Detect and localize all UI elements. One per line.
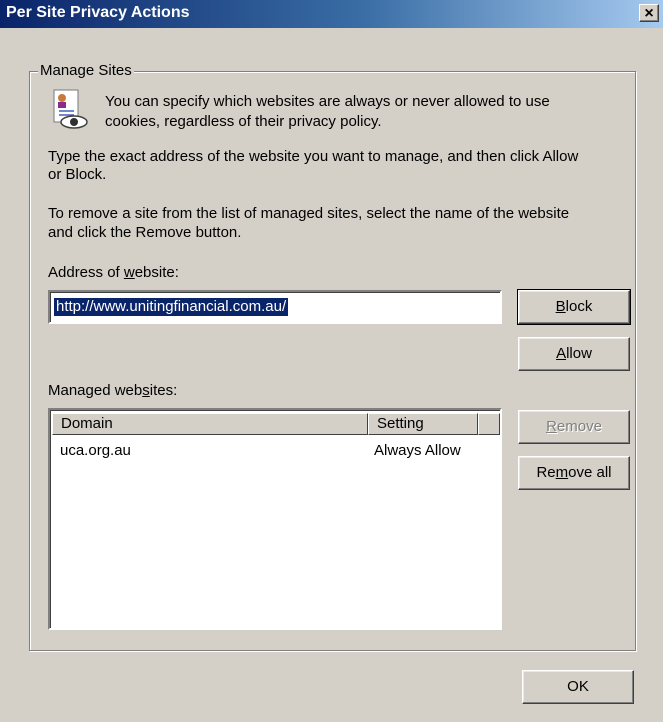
- window-title: Per Site Privacy Actions: [6, 4, 190, 21]
- instructions-p1-line1: Type the exact address of the website yo…: [48, 148, 579, 165]
- remove-button[interactable]: Remove: [518, 410, 630, 444]
- column-header-filler: [478, 413, 500, 435]
- address-label: Address of website:: [48, 264, 179, 281]
- close-button[interactable]: ×: [639, 4, 659, 22]
- column-header-domain[interactable]: Domain: [52, 413, 368, 435]
- close-icon: ×: [644, 5, 654, 22]
- column-header-setting[interactable]: Setting: [368, 413, 478, 435]
- remove-all-button[interactable]: Remove all: [518, 456, 630, 490]
- allow-button[interactable]: Allow: [518, 337, 630, 371]
- instructions-p2-line2: and click the Remove button.: [48, 224, 242, 241]
- info-text-line2: cookies, regardless of their privacy pol…: [105, 113, 382, 130]
- list-item-setting[interactable]: Always Allow: [374, 442, 461, 460]
- instructions-p2-line1: To remove a site from the list of manage…: [48, 205, 570, 222]
- block-button[interactable]: Block: [517, 289, 631, 325]
- manage-sites-legend: Manage Sites: [38, 62, 134, 79]
- managed-websites-list[interactable]: Domain Setting uca.org.au Always Allow: [48, 408, 502, 630]
- ok-button[interactable]: OK: [522, 670, 634, 704]
- address-input-value[interactable]: http://www.unitingfinancial.com.au/: [54, 298, 289, 316]
- privacy-dialog: Per Site Privacy Actions × Manage Sites …: [0, 0, 663, 722]
- managed-websites-label: Managed websites:: [48, 382, 178, 399]
- privacy-document-eye-icon: [53, 89, 88, 129]
- address-input[interactable]: http://www.unitingfinancial.com.au/: [48, 290, 502, 324]
- title-bar[interactable]: Per Site Privacy Actions ×: [0, 0, 663, 28]
- info-text-line1: You can specify which websites are alway…: [105, 93, 550, 110]
- list-item-domain[interactable]: uca.org.au: [60, 442, 131, 460]
- instructions-p1-line2: or Block.: [48, 166, 107, 183]
